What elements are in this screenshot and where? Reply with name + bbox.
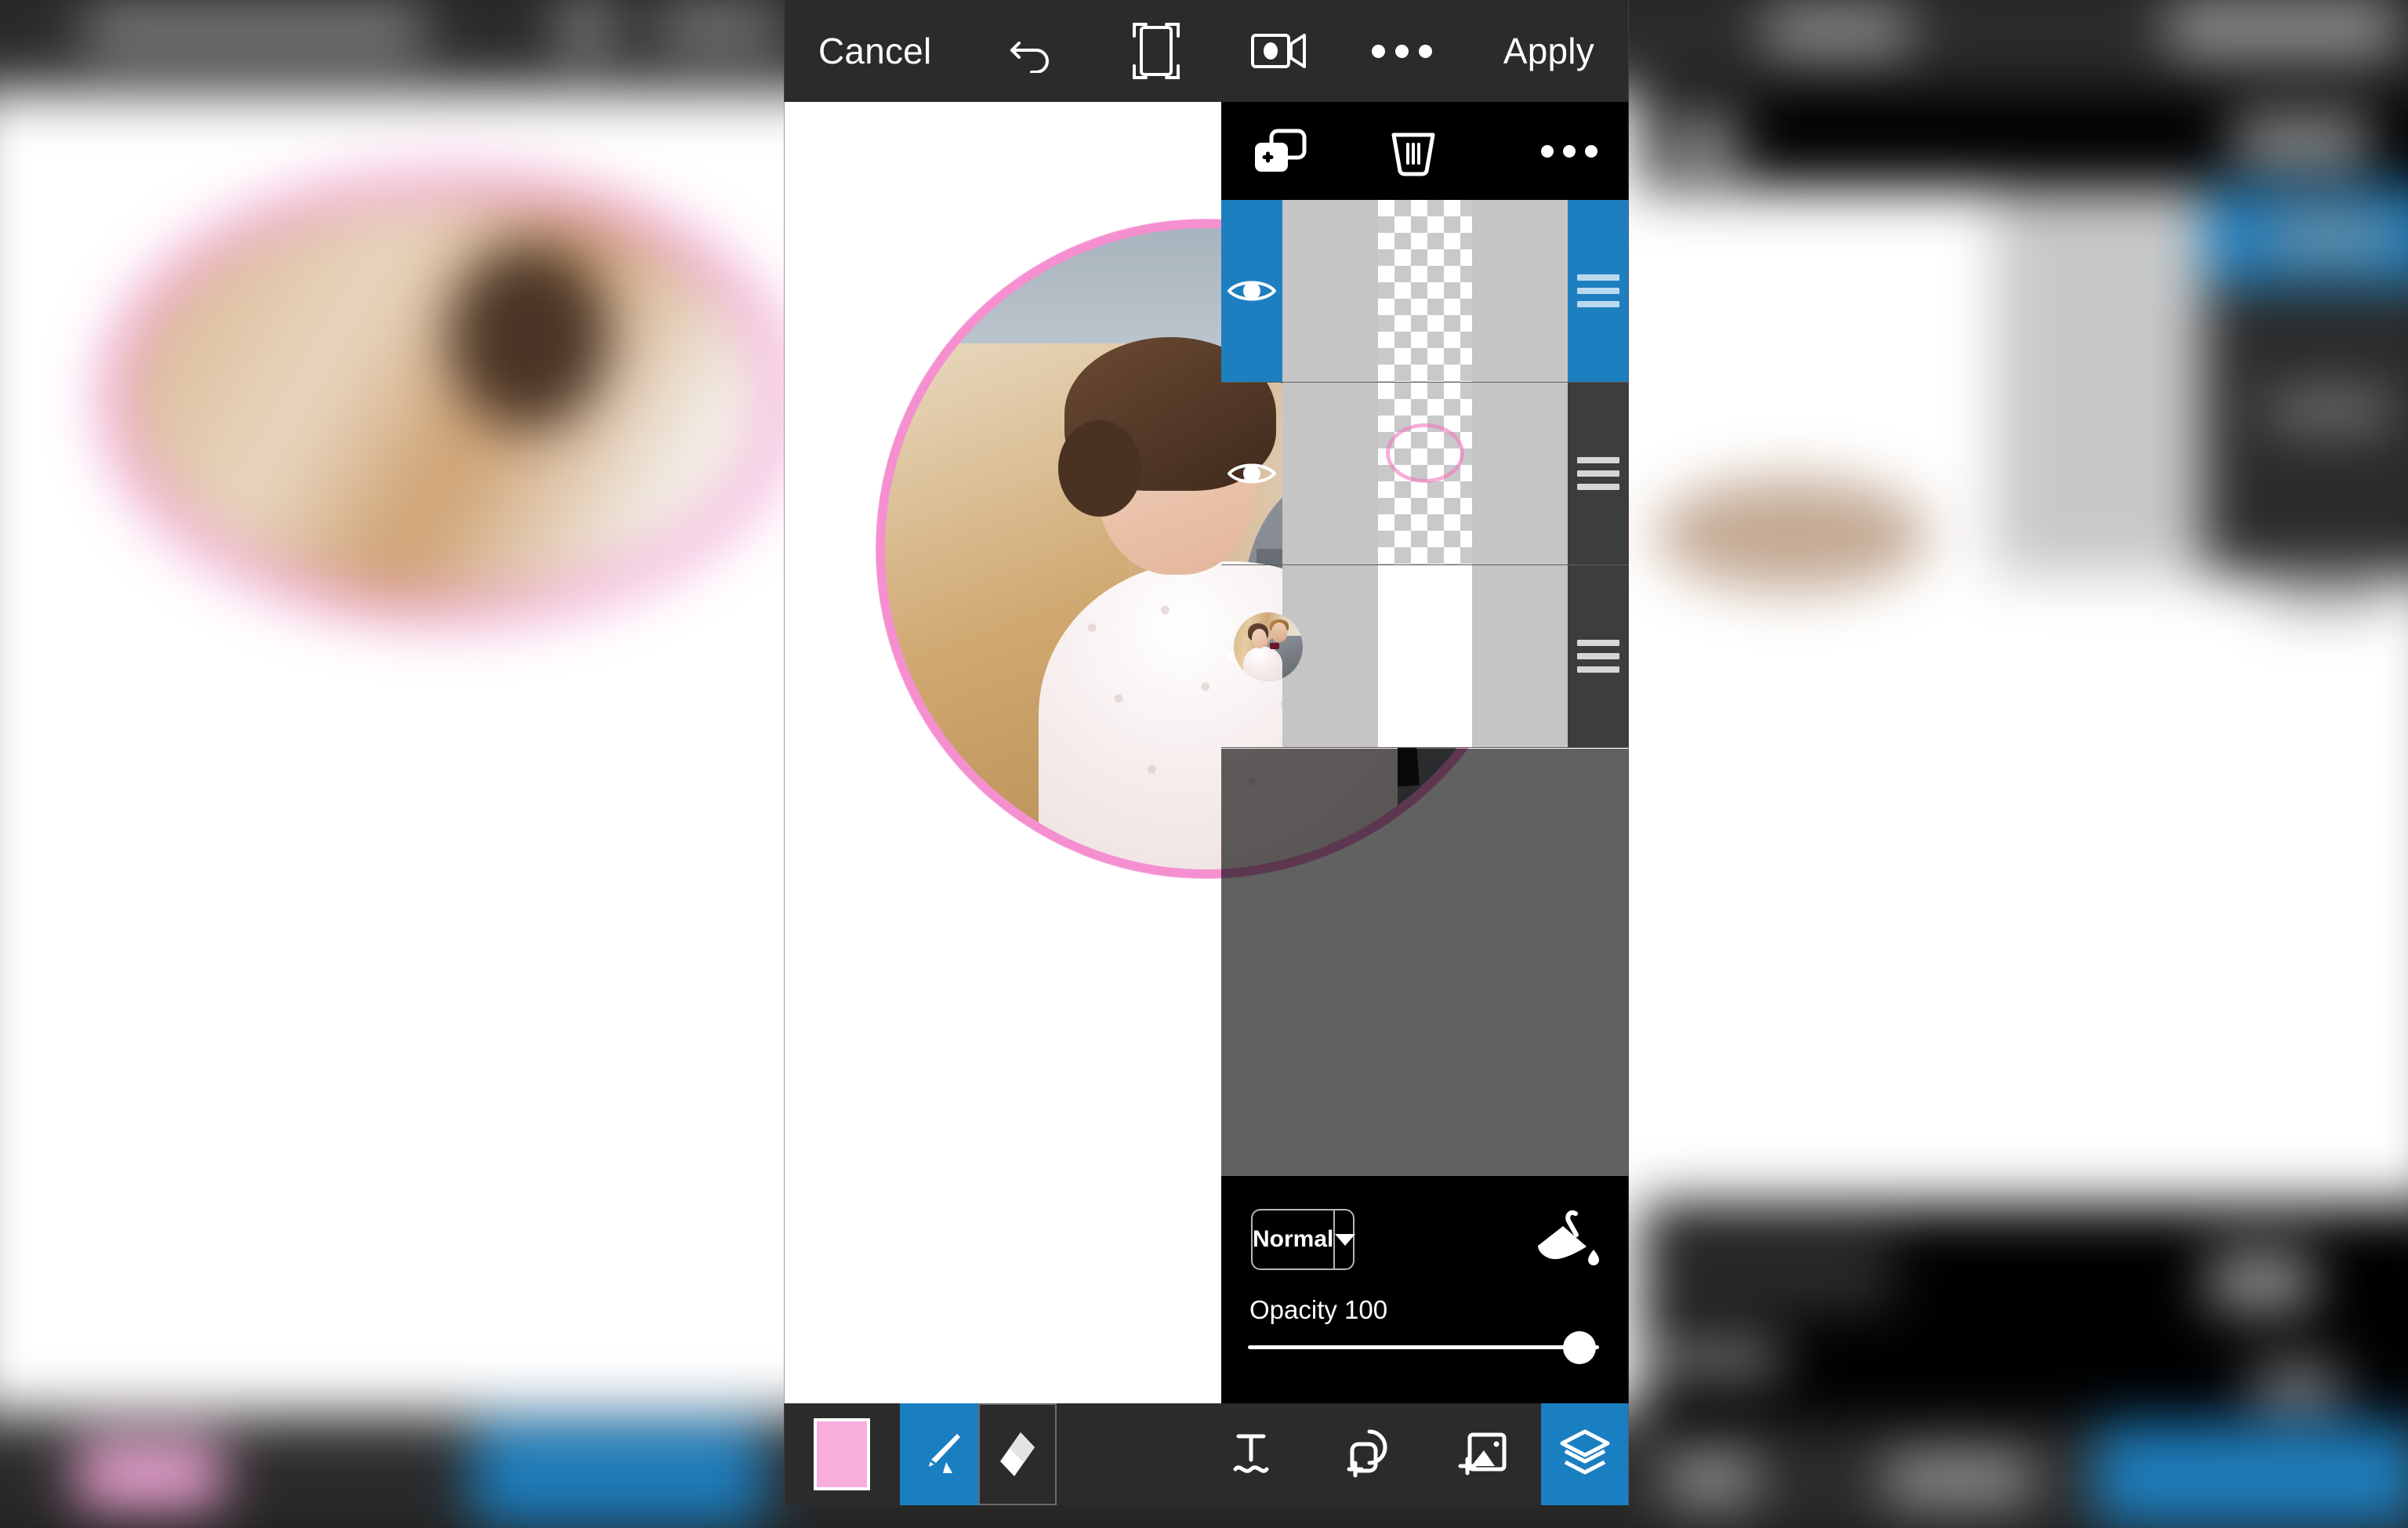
eye-icon bbox=[1228, 463, 1276, 484]
fit-frame-icon[interactable] bbox=[1123, 18, 1189, 84]
add-photo-tool[interactable] bbox=[1425, 1403, 1541, 1505]
panel-dim-overlay bbox=[1221, 749, 1629, 1176]
layer-thumbnail-ellipse bbox=[1378, 383, 1472, 564]
eye-icon bbox=[1228, 281, 1276, 301]
add-shape-icon bbox=[1347, 1429, 1387, 1478]
eraser-icon bbox=[1000, 1432, 1035, 1476]
layer-thumbnail-empty bbox=[1378, 200, 1472, 382]
blend-mode-value: Normal bbox=[1253, 1226, 1334, 1252]
layer-row[interactable] bbox=[1221, 383, 1629, 565]
pink-ellipse-icon bbox=[1386, 423, 1464, 483]
opacity-slider-handle[interactable] bbox=[1563, 1331, 1596, 1364]
layer-row[interactable] bbox=[1221, 200, 1629, 383]
layers-more-options-icon[interactable] bbox=[1488, 144, 1629, 158]
layer-row[interactable] bbox=[1221, 565, 1629, 748]
layer-thumbnail-cell[interactable] bbox=[1282, 200, 1568, 382]
blend-mode-select[interactable]: Normal bbox=[1251, 1209, 1356, 1270]
text-tool[interactable] bbox=[1193, 1403, 1309, 1505]
layer-drag-handle[interactable] bbox=[1568, 200, 1629, 382]
layers-panel-header bbox=[1221, 102, 1629, 200]
chevron-down-icon[interactable] bbox=[1333, 1210, 1356, 1268]
opacity-label: Opacity 100 bbox=[1249, 1295, 1388, 1324]
layer-drag-handle[interactable] bbox=[1568, 565, 1629, 747]
layers-panel: Normal Opacity 100 bbox=[1221, 0, 1629, 1505]
layers-tool[interactable] bbox=[1541, 1403, 1629, 1505]
layer-drag-handle[interactable] bbox=[1568, 383, 1629, 564]
editor-window: Cancel Apply Normal Opacity 100 bbox=[784, 0, 1629, 1505]
cancel-label: Cancel bbox=[818, 31, 932, 71]
bottom-tool-bar bbox=[784, 1403, 1629, 1505]
brush-icon bbox=[929, 1434, 960, 1473]
drag-handle-icon bbox=[1577, 640, 1619, 673]
current-color-swatch bbox=[814, 1418, 870, 1490]
color-swatch[interactable] bbox=[784, 1403, 900, 1505]
layers-icon bbox=[1560, 1429, 1610, 1475]
panel-right-edge bbox=[1628, 0, 1629, 1505]
add-layer-button[interactable] bbox=[1221, 127, 1339, 176]
drag-handle-icon bbox=[1577, 274, 1619, 307]
layers-list[interactable] bbox=[1221, 200, 1629, 749]
brush-tool[interactable] bbox=[900, 1403, 978, 1505]
undo-icon[interactable] bbox=[999, 18, 1065, 84]
add-shape-tool[interactable] bbox=[1309, 1403, 1425, 1505]
text-icon bbox=[1233, 1434, 1269, 1473]
opacity-slider-track[interactable] bbox=[1248, 1345, 1599, 1349]
blend-opacity-panel: Normal Opacity 100 bbox=[1221, 1176, 1629, 1403]
panel-left-edge bbox=[784, 0, 785, 1505]
cancel-button[interactable]: Cancel bbox=[807, 30, 942, 72]
layer-thumbnail-cell[interactable] bbox=[1282, 383, 1568, 564]
add-photo-icon bbox=[1458, 1432, 1507, 1475]
paint-bucket-icon[interactable] bbox=[1527, 1209, 1599, 1273]
layer-visibility-toggle[interactable] bbox=[1221, 383, 1282, 564]
layer-thumbnail-cell[interactable] bbox=[1234, 565, 1568, 747]
layer-visibility-toggle[interactable] bbox=[1221, 200, 1282, 382]
layer-thumbnail-photo bbox=[1234, 565, 1472, 747]
delete-layer-button[interactable] bbox=[1339, 125, 1488, 177]
wedding-photo-thumb bbox=[1234, 612, 1303, 681]
drag-handle-icon bbox=[1577, 457, 1619, 490]
eraser-tool[interactable] bbox=[978, 1403, 1057, 1505]
